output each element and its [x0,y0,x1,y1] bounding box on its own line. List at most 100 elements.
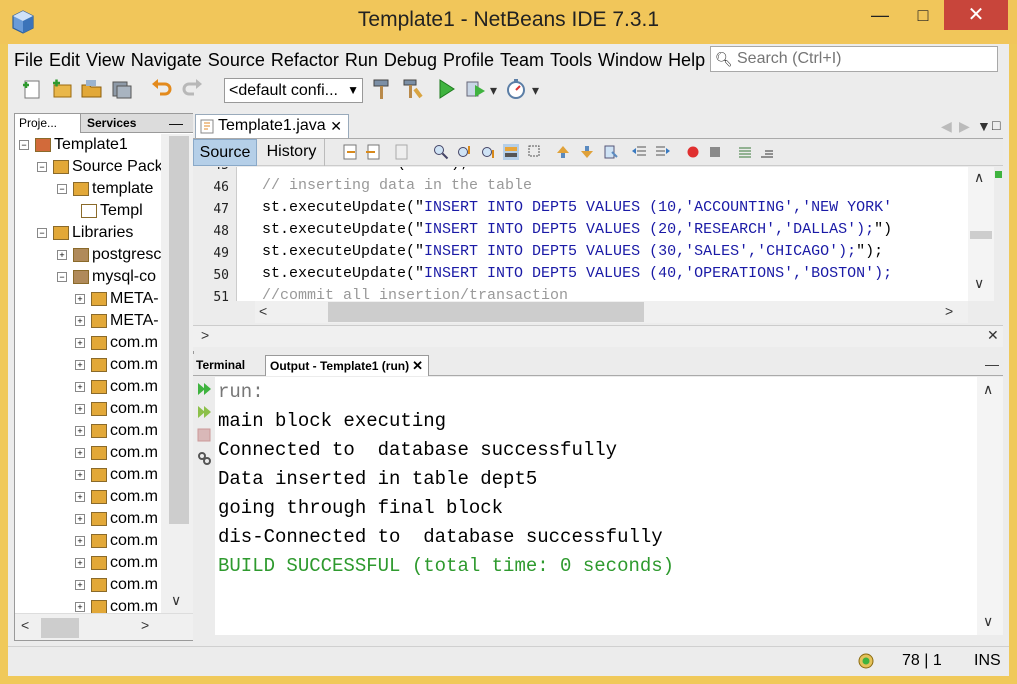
tab-history[interactable]: History [259,139,325,166]
collapse-icon[interactable]: − [37,227,47,238]
undo-icon[interactable] [150,77,174,101]
forward-icon[interactable] [395,144,411,160]
tree-node[interactable]: + com.m [75,376,158,398]
expand-icon[interactable]: + [75,469,85,480]
menu-profile[interactable]: Profile [437,47,494,73]
expand-icon[interactable]: + [75,425,85,436]
tree-vscroll-thumb[interactable] [169,136,189,524]
expand-icon[interactable]: + [75,447,85,458]
menu-tools[interactable]: Tools [544,47,592,73]
tree-node[interactable]: + com.m [75,464,158,486]
expand-navigation-icon[interactable]: > [201,327,209,343]
expand-icon[interactable]: + [75,579,85,590]
tree-node[interactable]: − Source Pack [37,156,161,178]
menu-debug[interactable]: Debug [378,47,437,73]
maximize-editor-icon[interactable]: □ [992,117,1000,133]
code-vscroll-thumb[interactable] [970,231,992,239]
expand-icon[interactable]: + [75,491,85,502]
shift-right-icon[interactable] [655,144,671,160]
menu-view[interactable]: View [80,47,125,73]
toggle-rect-select-icon[interactable] [527,144,543,160]
scroll-right-icon[interactable]: > [141,617,149,633]
maximize-button[interactable]: □ [902,0,944,30]
shift-left-icon[interactable] [631,144,647,160]
scroll-left-icon[interactable]: < [259,303,267,319]
open-project-icon[interactable] [80,77,104,101]
expand-icon[interactable]: + [57,249,67,260]
run-icon[interactable] [434,77,458,101]
code-editor[interactable]: 45 46 47 48 49 50 51 c.setAutoCommit(false); //… [193,167,968,301]
scroll-right-icon[interactable]: > [945,303,953,319]
collapse-icon[interactable]: − [57,183,67,194]
expand-icon[interactable]: + [75,293,85,304]
tree-node[interactable]: + com.m [75,486,158,508]
expand-icon[interactable]: + [75,403,85,414]
menu-run[interactable]: Run [339,47,378,73]
tree-node[interactable]: + com.m [75,332,158,354]
expand-icon[interactable]: + [75,315,85,326]
stop-icon[interactable] [196,427,212,443]
tab-template1-java[interactable]: Template1.java ✕ [195,114,349,138]
output-console[interactable]: run: main block executing Connected to dat… [215,377,977,635]
menu-help[interactable]: Help [662,47,705,73]
rerun-customized-icon[interactable] [196,404,212,420]
tab-projects[interactable]: Proje... [15,114,81,133]
collapse-icon[interactable]: − [19,139,29,150]
tree-node[interactable]: − Libraries [37,222,133,244]
back-icon[interactable] [365,144,381,160]
tree-node[interactable]: − mysql-co [57,266,156,288]
expand-icon[interactable]: + [75,557,85,568]
find-previous-icon[interactable] [457,144,473,160]
toggle-bookmark-icon[interactable] [603,144,619,160]
expand-icon[interactable]: + [75,601,85,612]
menu-source[interactable]: Source [202,47,265,73]
expand-icon[interactable]: + [75,513,85,524]
scroll-down-icon[interactable]: ∨ [171,592,181,609]
notifications-icon[interactable] [858,653,874,669]
tree-horizontal-scrollbar[interactable]: < > [15,613,193,640]
profile-icon[interactable] [504,77,528,101]
tree-node[interactable]: + com.m [75,508,158,530]
tree-node[interactable]: + com.m [75,354,158,376]
minimize-button[interactable]: — [858,0,902,30]
close-navigation-icon[interactable]: ✕ [987,327,999,344]
tree-node[interactable]: + META- [75,288,159,310]
debug-icon[interactable] [464,77,488,101]
collapse-icon[interactable]: − [57,271,67,282]
save-all-icon[interactable] [110,77,134,101]
next-bookmark-icon[interactable] [579,144,595,160]
close-tab-icon[interactable]: ✕ [330,115,342,137]
scroll-down-icon[interactable]: ∨ [974,275,984,292]
menu-edit[interactable]: Edit [43,47,80,73]
scroll-up-icon[interactable]: ∧ [974,169,984,186]
last-edit-icon[interactable] [343,144,359,160]
tree-node[interactable]: − template [57,178,153,200]
rerun-icon[interactable] [196,381,212,397]
new-project-icon[interactable] [50,77,74,101]
tree-node[interactable]: + postgresc [57,244,161,266]
tab-output-run[interactable]: Output - Template1 (run) ✕ [265,355,429,376]
tabs-left-icon[interactable]: ◀ [941,118,952,135]
tree-node[interactable]: + com.m [75,398,158,420]
tree-node[interactable]: + com.m [75,552,158,574]
uncomment-icon[interactable] [759,144,775,160]
menu-file[interactable]: File [8,47,43,73]
new-file-icon[interactable] [20,77,44,101]
expand-icon[interactable]: + [75,359,85,370]
tree-node[interactable]: − Template1 [19,134,128,156]
tree-node[interactable]: + com.m [75,442,158,464]
tabs-right-icon[interactable]: ▶ [959,118,970,135]
expand-icon[interactable]: + [75,337,85,348]
collapse-icon[interactable]: − [37,161,47,172]
menu-navigate[interactable]: Navigate [125,47,202,73]
find-selection-icon[interactable] [433,144,449,160]
tree-node[interactable]: + com.m [75,574,158,596]
minimize-panel-icon[interactable]: — [985,356,999,372]
scroll-down-icon[interactable]: ∨ [983,613,993,630]
code-hscroll-thumb[interactable] [328,302,644,322]
menu-refactor[interactable]: Refactor [265,47,339,73]
debug-dropdown-icon[interactable]: ▾ [490,82,497,99]
settings-icon[interactable] [196,450,212,466]
expand-icon[interactable]: + [75,381,85,392]
tree-node[interactable]: + META- [75,310,159,332]
